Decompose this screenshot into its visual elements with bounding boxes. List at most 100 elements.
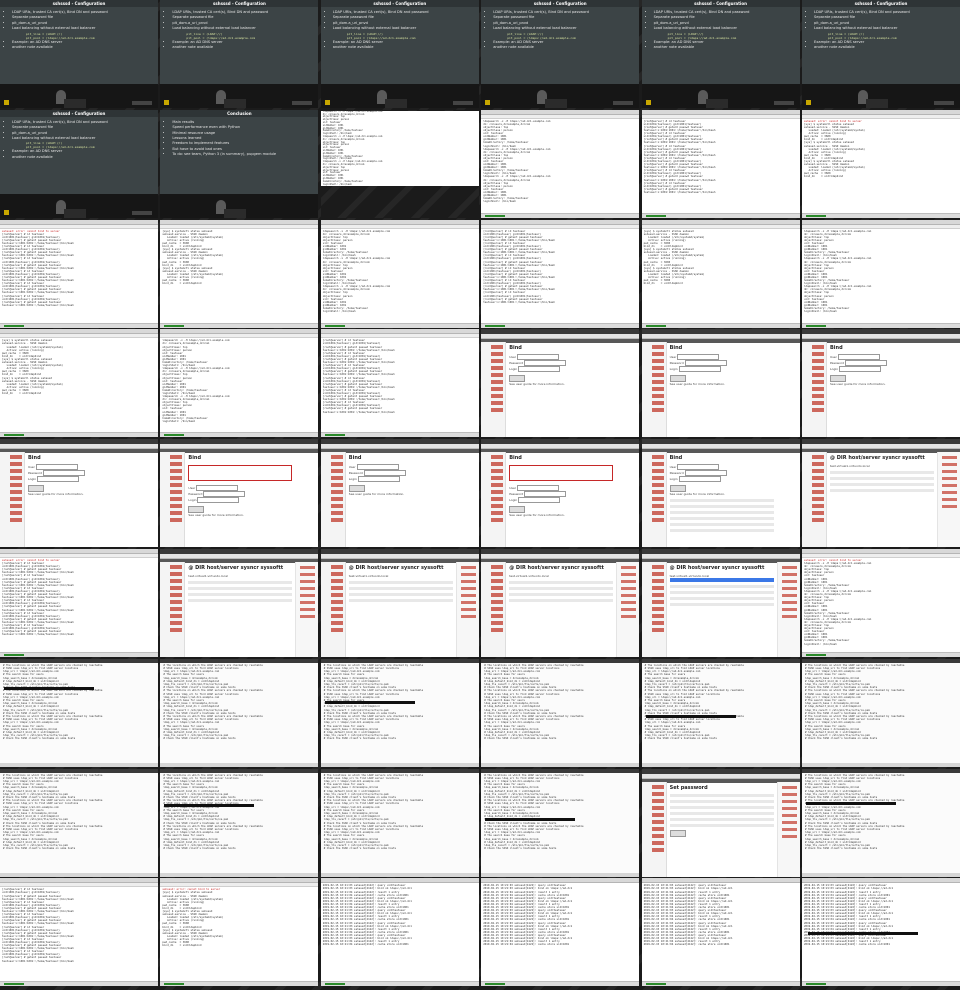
form-row[interactable] xyxy=(669,823,774,827)
video-frame-6-3[interactable]: # The locations on which the LDAP server… xyxy=(481,658,640,767)
sidebar-link[interactable] xyxy=(491,621,504,625)
sidebar-link[interactable] xyxy=(491,483,504,488)
video-frame-5-4[interactable]: @ DIR host/server sysncr syssoftt test.vi… xyxy=(641,549,800,657)
sidebar-link[interactable] xyxy=(621,608,637,611)
video-frame-6-2[interactable]: # The locations on which the LDAP server… xyxy=(320,658,479,767)
sidebar-link[interactable] xyxy=(330,490,343,495)
video-frame-3-4[interactable]: Bind User Password Login See user guide f… xyxy=(641,329,800,438)
video-frame-1-0[interactable]: sshsssd - Configuration LDAP URIs, truste… xyxy=(0,109,158,218)
form-row[interactable] xyxy=(669,805,774,809)
sidebar-link[interactable] xyxy=(491,345,504,350)
sidebar-link[interactable] xyxy=(300,608,316,611)
submit-button[interactable] xyxy=(669,829,686,837)
form-input[interactable] xyxy=(37,476,80,483)
sidebar-link[interactable] xyxy=(300,566,316,569)
sidebar-link[interactable] xyxy=(812,455,824,460)
form-input[interactable] xyxy=(197,497,240,504)
sidebar-link[interactable] xyxy=(170,565,183,569)
sidebar-link[interactable] xyxy=(10,518,22,523)
sidebar-link[interactable] xyxy=(330,462,343,467)
video-frame-5-0[interactable]: sshsssd: error: cannot bind to server [r… xyxy=(0,549,158,657)
sidebar-link[interactable] xyxy=(330,593,343,597)
sidebar-link[interactable] xyxy=(491,387,504,392)
sidebar-link[interactable] xyxy=(781,573,797,576)
sidebar-link[interactable] xyxy=(491,380,504,385)
sidebar-link[interactable] xyxy=(651,791,664,796)
sidebar-link[interactable] xyxy=(330,621,343,625)
sidebar-link[interactable] xyxy=(460,601,476,604)
video-frame-8-3[interactable]: 2019-02-15 10:21:03 sshsssd[4122]: query… xyxy=(481,878,640,987)
sidebar-link[interactable] xyxy=(651,345,664,350)
sidebar-link[interactable] xyxy=(330,579,343,583)
sidebar-link[interactable] xyxy=(942,456,957,460)
sidebar-link[interactable] xyxy=(651,352,664,357)
sidebar-link[interactable] xyxy=(491,614,504,618)
sidebar-link[interactable] xyxy=(330,628,343,632)
form-row[interactable] xyxy=(669,811,774,815)
video-frame-8-1[interactable]: sshsssd: error: cannot bind to server [s… xyxy=(160,878,319,987)
video-frame-2-1[interactable]: [sys] $ systemctl status sshsssd sshsssd… xyxy=(160,219,319,328)
sidebar-link[interactable] xyxy=(330,476,343,481)
sidebar-link[interactable] xyxy=(170,579,183,583)
video-frame-3-5[interactable]: Bind User Password Login See user guide f… xyxy=(802,329,960,438)
sidebar-link[interactable] xyxy=(330,600,343,604)
sidebar-link[interactable] xyxy=(812,483,824,488)
sidebar-link[interactable] xyxy=(460,580,476,583)
sidebar-link[interactable] xyxy=(170,621,183,625)
sidebar-link[interactable] xyxy=(491,476,504,481)
sidebar-link[interactable] xyxy=(812,504,824,509)
sidebar-link[interactable] xyxy=(621,580,637,583)
sidebar-link[interactable] xyxy=(651,621,664,625)
sidebar-link[interactable] xyxy=(170,518,183,523)
sidebar-link[interactable] xyxy=(812,476,824,481)
sidebar-link[interactable] xyxy=(651,518,664,523)
sidebar-link[interactable] xyxy=(942,477,957,481)
video-frame-4-5[interactable]: @ DIR host/server sysncr syssoftt test.vi… xyxy=(802,439,960,548)
terminal-tabs[interactable] xyxy=(481,224,640,229)
sidebar-link[interactable] xyxy=(491,579,504,583)
sidebar-link[interactable] xyxy=(781,615,797,618)
sidebar-link[interactable] xyxy=(812,394,824,399)
form-row[interactable] xyxy=(669,799,774,803)
sidebar-link[interactable] xyxy=(491,593,504,597)
sidebar-link[interactable] xyxy=(651,798,664,803)
terminal-tabs[interactable] xyxy=(641,114,800,119)
sidebar-link[interactable] xyxy=(300,580,316,583)
sidebar-link[interactable] xyxy=(170,572,183,576)
sidebar-link[interactable] xyxy=(460,615,476,618)
sidebar-link[interactable] xyxy=(651,455,664,460)
sidebar-link[interactable] xyxy=(170,593,183,597)
form-input[interactable] xyxy=(678,366,721,373)
video-frame-7-5[interactable]: # The locations on which the LDAP server… xyxy=(802,768,960,877)
sidebar-link[interactable] xyxy=(651,600,664,604)
sidebar-link[interactable] xyxy=(330,455,343,460)
sidebar-link[interactable] xyxy=(491,572,504,576)
video-frame-0-4[interactable]: sshsssd - Configuration LDAP URIs, truste… xyxy=(641,0,800,108)
sidebar-link[interactable] xyxy=(812,401,824,406)
terminal-tabs[interactable] xyxy=(0,224,158,229)
video-frame-8-4[interactable]: 2019-02-15 10:21:03 sshsssd[4122]: query… xyxy=(641,878,800,987)
sidebar-link[interactable] xyxy=(651,490,664,495)
sidebar-link[interactable] xyxy=(812,497,824,502)
sidebar-link[interactable] xyxy=(651,387,664,392)
sidebar-link[interactable] xyxy=(491,497,504,502)
sidebar-link[interactable] xyxy=(460,608,476,611)
terminal-tabs[interactable] xyxy=(641,224,800,229)
sidebar-link[interactable] xyxy=(491,565,504,569)
sidebar-link[interactable] xyxy=(330,565,343,569)
login-button[interactable] xyxy=(669,375,686,383)
sidebar-link[interactable] xyxy=(781,566,797,569)
video-frame-6-1[interactable]: # The locations on which the LDAP server… xyxy=(160,658,319,767)
video-frame-6-5[interactable]: # The locations on which the LDAP server… xyxy=(802,658,960,767)
video-frame-1-1[interactable]: Conclusion Main resultsSpeed performance … xyxy=(160,109,319,218)
sidebar-link[interactable] xyxy=(300,594,316,597)
sidebar-link[interactable] xyxy=(651,805,664,810)
sidebar-link[interactable] xyxy=(170,462,183,467)
sidebar-link[interactable] xyxy=(300,615,316,618)
video-frame-2-4[interactable]: [sys] $ systemctl status sshsssd sshsssd… xyxy=(641,219,800,328)
sidebar-link[interactable] xyxy=(812,469,824,474)
sidebar-link[interactable] xyxy=(330,614,343,618)
sidebar-link[interactable] xyxy=(651,366,664,371)
sidebar-link[interactable] xyxy=(942,498,957,502)
sidebar-link[interactable] xyxy=(651,401,664,406)
